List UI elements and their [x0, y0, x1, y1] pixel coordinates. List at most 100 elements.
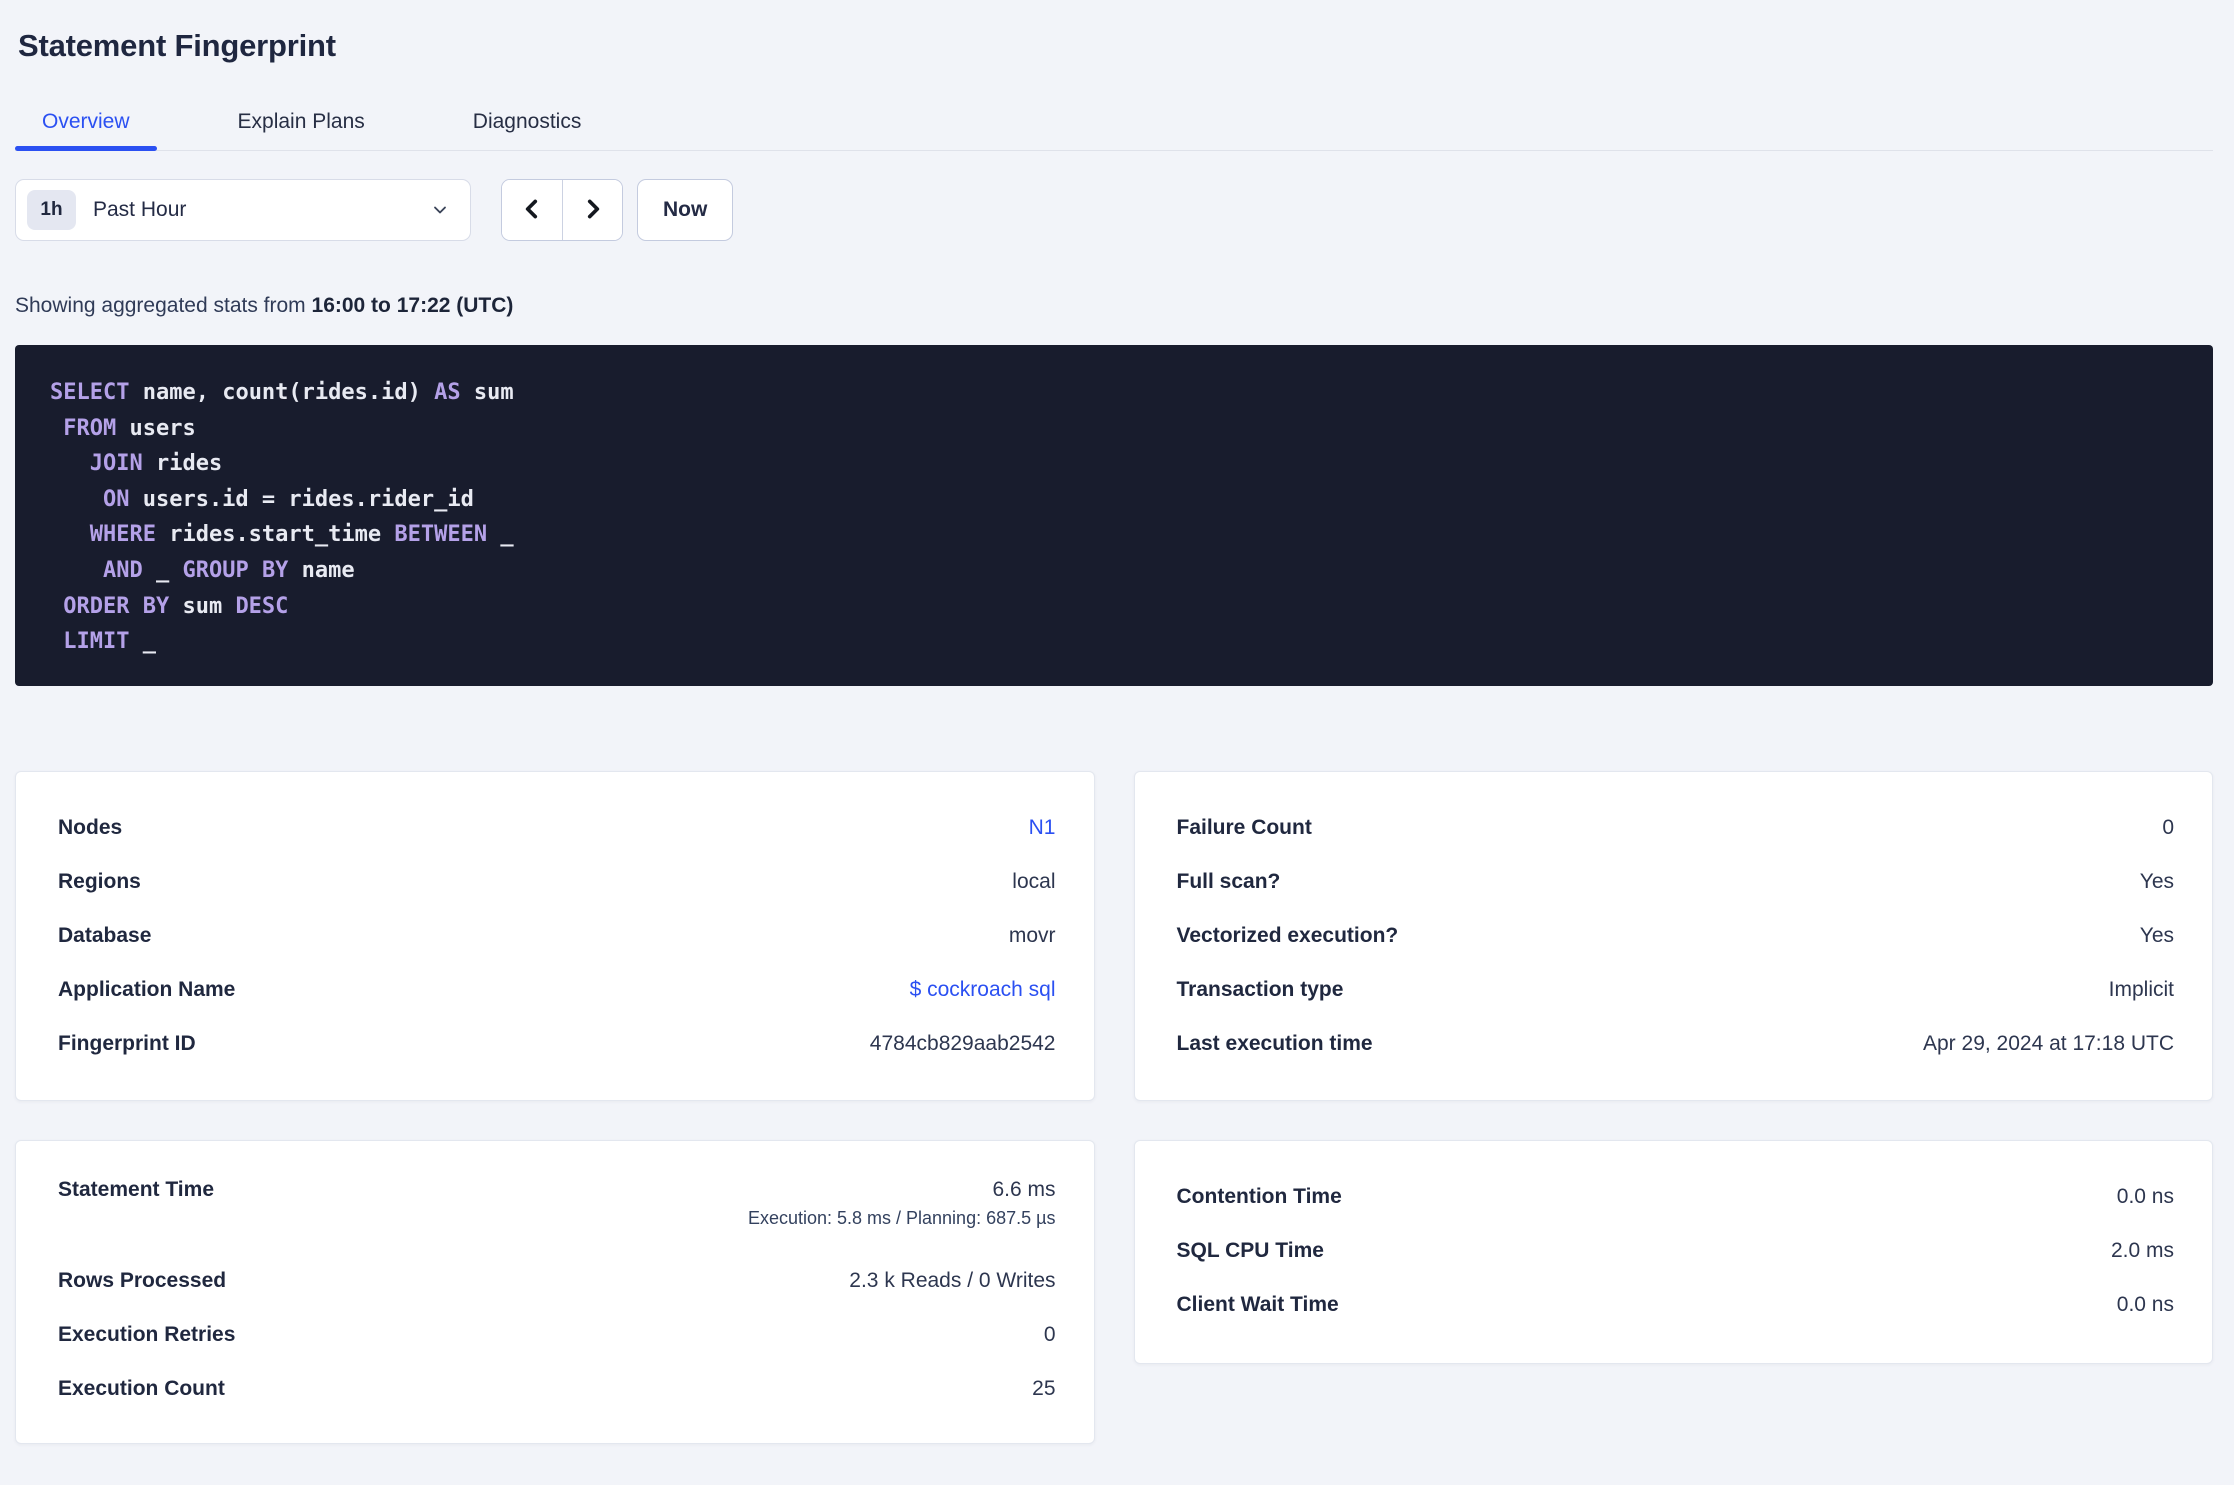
stat-value-link[interactable]: N1: [1029, 816, 1056, 839]
sql-line: ON users.id = rides.rider_id: [50, 482, 2193, 518]
statement-fingerprint-page: Statement Fingerprint Overview Explain Pl…: [0, 27, 2234, 1444]
stat-value: 0.0 ns: [2116, 1293, 2174, 1316]
stat-value: Apr 29, 2024 at 17:18 UTC: [1923, 1032, 2174, 1055]
stat-label: Transaction type: [1176, 978, 1344, 1001]
stat-value: 0: [1043, 1323, 1056, 1346]
statement-details-card: Nodes N1 Regions local Database movr Applicati…: [15, 771, 1095, 1101]
stat-value: N1: [1029, 816, 1056, 840]
sql-text: _: [487, 522, 514, 548]
stat-row: Execution Retries 0: [58, 1308, 1056, 1362]
chevron-left-icon: [519, 196, 545, 225]
sql-statement-box: SELECT name, count(rides.id) AS sum FROM …: [15, 345, 2213, 686]
tab-diagnostics[interactable]: Diagnostics: [446, 110, 609, 150]
stat-row: Full scan? Yes: [1177, 855, 2175, 909]
sql-keyword: AS: [434, 380, 461, 405]
stat-value: Yes: [2139, 870, 2174, 893]
stat-row: Client Wait Time 0.0 ns: [1177, 1278, 2175, 1332]
stat-row: Last execution time Apr 29, 2024 at 17:18…: [1177, 1017, 2175, 1071]
stat-label: Client Wait Time: [1176, 1293, 1339, 1316]
sql-keyword: DESC: [235, 593, 289, 619]
stat-label: SQL CPU Time: [1176, 1239, 1324, 1262]
stat-subvalue: Execution: 5.8 ms / Planning: 687.5 µs: [747, 1208, 1056, 1228]
aggregated-stats-caption: Showing aggregated stats from 16:00 to 1…: [15, 293, 2213, 319]
caption-time-range: 16:00 to 17:22 (UTC): [311, 294, 514, 317]
sql-keyword: GROUP BY: [182, 557, 289, 583]
stat-label: Failure Count: [1176, 816, 1312, 839]
stat-label: Application Name: [58, 978, 236, 1001]
details-cards-row: Nodes N1 Regions local Database movr Applicati…: [15, 771, 2213, 1101]
sql-text: rides.start_time: [155, 522, 395, 548]
stat-value: 0.0 ns: [2116, 1185, 2174, 1208]
sql-text: users: [116, 415, 196, 441]
time-controls: 1h Past Hour Now: [15, 179, 2213, 241]
stat-value: 2.3 k Reads / 0 Writes: [849, 1269, 1056, 1292]
execution-attributes-card: Failure Count 0 Full scan? Yes Vectorized ex…: [1133, 771, 2213, 1101]
stat-row: Application Name $ cockroach sql: [58, 963, 1056, 1017]
stat-row: Statement Time 6.6 ms Execution: 5.8 ms / …: [58, 1170, 1056, 1254]
sql-keyword: FROM: [63, 415, 117, 441]
now-button[interactable]: Now: [637, 179, 734, 241]
stat-label: Statement Time: [58, 1178, 214, 1201]
chevron-down-icon: [430, 200, 450, 220]
stat-value: Implicit: [2108, 978, 2174, 1001]
stat-label: Database: [58, 924, 152, 947]
stat-label: Regions: [58, 870, 141, 893]
stat-value: 25: [1032, 1377, 1056, 1400]
tab-bar: Overview Explain Plans Diagnostics: [15, 110, 2213, 151]
stat-label: Vectorized execution?: [1176, 924, 1399, 947]
page-title: Statement Fingerprint: [18, 28, 336, 63]
stat-value: 0: [2162, 816, 2174, 839]
stat-row: Regions local: [58, 855, 1056, 909]
sql-text: name: [288, 557, 355, 583]
time-range-pager: [501, 179, 623, 241]
statement-timing-card: Statement Time 6.6 ms Execution: 5.8 ms / …: [15, 1140, 1095, 1444]
stat-row: Contention Time 0.0 ns: [1177, 1170, 2175, 1224]
sql-text: name, count(rides.id): [129, 380, 435, 405]
stat-label: Contention Time: [1176, 1185, 1342, 1208]
stat-row: Nodes N1: [58, 801, 1056, 855]
stat-row: Failure Count 0: [1177, 801, 2175, 855]
next-range-button[interactable]: [562, 180, 622, 240]
tab-explain-plans[interactable]: Explain Plans: [211, 110, 392, 150]
stat-value: movr: [1008, 924, 1056, 947]
sql-text: rides: [142, 451, 223, 477]
stat-value: Yes: [2139, 924, 2174, 947]
stat-row: Vectorized execution? Yes: [1177, 909, 2175, 963]
sql-keyword: JOIN: [89, 451, 143, 477]
stat-label: Last execution time: [1176, 1032, 1373, 1055]
sql-line: FROM users: [50, 411, 2193, 447]
sql-line: LIMIT _: [50, 624, 2193, 660]
stat-value: 4784cb829aab2542: [869, 1032, 1056, 1055]
chevron-right-icon: [580, 196, 606, 225]
sql-line: JOIN rides: [50, 446, 2193, 482]
stat-label: Full scan?: [1176, 870, 1281, 893]
stat-value: $ cockroach sql: [910, 978, 1056, 1002]
stat-row: Fingerprint ID 4784cb829aab2542: [58, 1017, 1056, 1071]
time-range-label: Past Hour: [93, 198, 187, 221]
sql-text: sum: [460, 380, 514, 405]
sql-keyword: ORDER BY: [63, 593, 170, 619]
stat-row: Execution Count 25: [58, 1362, 1056, 1416]
sql-line: SELECT name, count(rides.id) AS sum: [50, 375, 2193, 411]
sql-keyword: SELECT: [50, 380, 130, 405]
caption-prefix: Showing aggregated stats from: [15, 294, 312, 317]
time-range-dropdown[interactable]: 1h Past Hour: [15, 179, 471, 241]
sql-keyword: LIMIT: [63, 629, 130, 655]
previous-range-button[interactable]: [502, 180, 562, 240]
stat-value: local: [1012, 870, 1056, 893]
stat-label: Fingerprint ID: [58, 1032, 196, 1055]
time-range-badge: 1h: [27, 190, 76, 230]
wait-times-card: Contention Time 0.0 ns SQL CPU Time 2.0 ms C…: [1133, 1140, 2213, 1364]
sql-text: sum: [169, 593, 236, 619]
sql-keyword: ON: [102, 486, 130, 512]
sql-text: _: [129, 629, 156, 655]
sql-text: _: [142, 557, 183, 583]
stat-row: Rows Processed 2.3 k Reads / 0 Writes: [58, 1254, 1056, 1308]
sql-text: users.id = rides.rider_id: [129, 486, 474, 512]
stat-value: 2.0 ms: [2110, 1239, 2174, 1262]
tab-overview[interactable]: Overview: [15, 110, 157, 151]
stat-value-link[interactable]: $ cockroach sql: [910, 978, 1056, 1001]
sql-line: AND _ GROUP BY name: [50, 553, 2193, 589]
stat-label: Execution Count: [58, 1377, 225, 1400]
stat-value: 6.6 ms Execution: 5.8 ms / Planning: 687.…: [747, 1178, 1056, 1228]
